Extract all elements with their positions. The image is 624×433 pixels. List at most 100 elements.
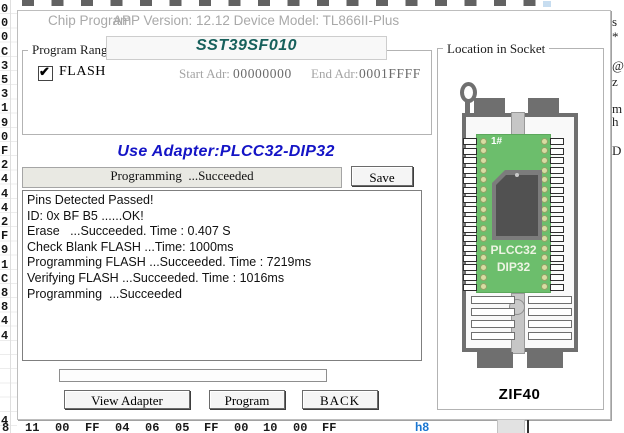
pin-dot — [541, 274, 548, 281]
flash-checkbox[interactable]: ✔ — [38, 66, 53, 81]
log-line: Erase ...Succeeded. Time : 0.407 S — [27, 224, 421, 240]
program-range-label: Program Range — [28, 42, 117, 58]
pin-stub — [463, 196, 477, 203]
bg-hex-char: 3 — [1, 59, 16, 73]
socket-slot — [471, 308, 515, 316]
bg-hex-byte: 06 — [145, 421, 159, 433]
bg-hex-char: F — [1, 144, 16, 158]
socket-bottom-tab-left — [477, 352, 513, 368]
pin-stub — [550, 196, 564, 203]
pin-stub — [550, 177, 564, 184]
pin-stub — [550, 245, 564, 252]
pin-dot — [480, 225, 487, 232]
bg-hex-byte: 11 — [25, 421, 39, 433]
bg-hex-char: 4 — [1, 314, 16, 328]
pin-stub — [463, 235, 477, 242]
pin-dot — [541, 157, 548, 164]
bg-hex-char: 9 — [1, 116, 16, 130]
background-artifact — [543, 1, 551, 7]
start-adr-label: Start Adr: — [179, 66, 230, 82]
bg-hex-byte: 8 — [2, 421, 9, 433]
start-adr-value: 00000000 — [233, 66, 292, 82]
pin-stub — [463, 157, 477, 164]
bg-hex-char: 3 — [1, 87, 16, 101]
socket-slot — [471, 320, 515, 328]
pin-stub — [550, 274, 564, 281]
bg-ascii-char: z — [612, 74, 618, 90]
log-line: Verifying FLASH ...Succeeded. Time : 101… — [27, 271, 421, 287]
socket-slot — [528, 296, 572, 304]
bg-hex-char: 9 — [1, 243, 16, 257]
background-window-edge — [527, 420, 529, 433]
pin-stub — [463, 206, 477, 213]
socket-slot — [471, 296, 515, 304]
pin-stub — [550, 216, 564, 223]
log-line: Programming ...Succeeded — [27, 287, 421, 303]
pin-stub — [550, 226, 564, 233]
pin-stub — [463, 148, 477, 155]
pin-stub — [463, 245, 477, 252]
log-line: Pins Detected Passed! — [27, 193, 421, 209]
save-log-button[interactable]: Save Log — [351, 166, 413, 186]
checkmark-icon: ✔ — [39, 64, 50, 80]
board-label-plcc32: PLCC32 — [476, 243, 551, 257]
program-range-group — [22, 50, 432, 135]
socket-slot — [528, 332, 572, 340]
bg-ascii-char: * — [612, 29, 619, 45]
program-button[interactable]: Program — [209, 390, 285, 409]
socket-lever-stem — [465, 99, 470, 114]
background-blue-text: h8 — [415, 420, 429, 433]
pin-stub — [550, 157, 564, 164]
pin-dot — [480, 196, 487, 203]
bg-hex-byte: FF — [204, 421, 218, 433]
background-hex-column: 000C353190F24442F91C88444 — [0, 0, 17, 433]
bg-hex-byte: 05 — [175, 421, 189, 433]
plcc-chip-body — [496, 175, 538, 236]
pin-dot — [480, 274, 487, 281]
bg-hex-char: 2 — [1, 215, 16, 229]
background-scrollbar-fragment — [497, 419, 525, 433]
socket-top-tab-right — [528, 98, 559, 114]
pin-stub — [550, 167, 564, 174]
bg-hex-char: C — [1, 272, 16, 286]
app-version-text: APP Version: 12.12 Device Model: TL866II… — [113, 13, 399, 28]
status-bar: Programming ...Succeeded — [22, 167, 342, 188]
bg-hex-char: 0 — [1, 16, 16, 30]
log-line: ID: 0x BF B5 ......OK! — [27, 209, 421, 225]
socket-slot — [471, 332, 515, 340]
bg-hex-byte: 00 — [293, 421, 307, 433]
bg-hex-char: 1 — [1, 101, 16, 115]
bg-hex-byte: 04 — [115, 421, 129, 433]
pin-stub — [463, 138, 477, 145]
bg-hex-char: 4 — [1, 329, 16, 343]
bg-hex-char: 0 — [1, 30, 16, 44]
log-output[interactable]: Pins Detected Passed!ID: 0x BF B5 ......… — [22, 190, 422, 361]
bg-hex-char: 0 — [1, 130, 16, 144]
view-adapter-button[interactable]: View Adapter — [64, 390, 190, 409]
background-hex-row-top — [22, 0, 542, 6]
pin-stub — [550, 187, 564, 194]
back-button[interactable]: BACK — [302, 390, 378, 409]
bg-hex-byte: 00 — [234, 421, 248, 433]
bg-hex-char: 8 — [1, 300, 16, 314]
log-lines: Pins Detected Passed!ID: 0x BF B5 ......… — [27, 193, 421, 302]
pin-dot — [480, 206, 487, 213]
socket-bottom-tab-right — [527, 352, 563, 368]
socket-panel-label: Location in Socket — [443, 41, 549, 57]
pin-dot — [541, 206, 548, 213]
bg-hex-char: 5 — [1, 73, 16, 87]
board-pin1-marker: 1# — [491, 136, 502, 147]
bg-hex-char: 4 — [1, 201, 16, 215]
pin-dot — [541, 225, 548, 232]
bg-ascii-char: s — [612, 14, 617, 30]
board-label-dip32: DIP32 — [476, 260, 551, 274]
pin-dot — [541, 167, 548, 174]
progress-bar — [59, 369, 327, 382]
zif40-label: ZIF40 — [437, 386, 602, 403]
bg-hex-char: 8 — [1, 286, 16, 300]
end-adr-value: 0001FFFF — [359, 66, 421, 82]
bg-hex-char: C — [1, 45, 16, 59]
pin-stub — [463, 255, 477, 262]
bg-hex-byte: 10 — [263, 421, 277, 433]
bg-hex-char: F — [1, 229, 16, 243]
